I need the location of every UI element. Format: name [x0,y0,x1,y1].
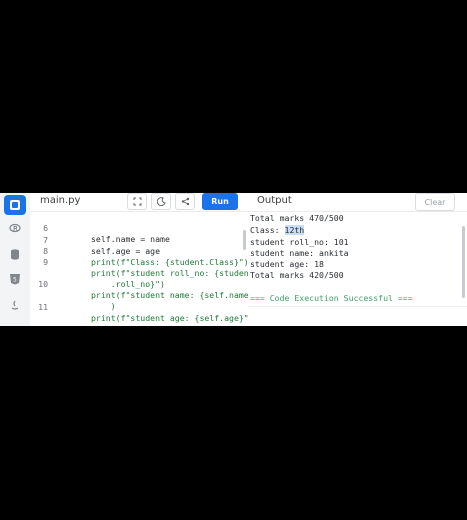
html5-icon[interactable]: 5 [4,269,26,289]
output-title: Output [257,195,292,206]
code-text: ) [91,301,116,311]
output-line: student name: ankita [250,248,349,258]
java-icon[interactable] [4,295,26,315]
code-line: 6 self.name = name [30,212,170,244]
clear-button[interactable]: Clear [415,193,455,211]
share-icon[interactable] [175,193,195,210]
output-header: Output Clear [248,193,467,212]
theme-icon[interactable] [151,193,171,210]
svg-text:5: 5 [13,277,17,284]
code-text: self.name = name [91,234,170,244]
code-editor[interactable]: main.py Run 6 self.name = name 7 self.ag… [30,193,259,326]
r-icon[interactable]: R [4,218,26,238]
python-icon[interactable] [4,195,26,215]
output-line: Total marks 470/500 [250,213,344,223]
line-number: 11 [38,302,48,312]
editor-toolbar: main.py Run [30,193,248,212]
run-button[interactable]: Run [202,193,238,210]
output-scrollbar[interactable] [462,226,465,298]
output-line: student age: 18 [250,259,324,269]
language-sidebar: R 5 [0,193,31,326]
code-text: print(f"student age: {self.age}") [91,313,254,323]
ide-window: R 5 main.py Run 6 self.name = name 7 sel… [0,193,467,326]
database-icon[interactable] [4,244,26,264]
code-line: 10 print(f"student name: {self.name}" [30,268,258,300]
code-text: .roll_no}") [91,279,165,289]
divider [248,306,467,307]
output-line: Class: 12th [250,225,305,236]
selected-text: 12th [284,225,305,235]
output-panel: Output Clear Total marks 470/500 Class: … [248,193,467,326]
success-message: === Code Execution Successful === [250,293,413,303]
output-line: student roll_no: 101 [250,237,349,247]
tab-main-py[interactable]: main.py [40,195,80,206]
code-text: print(f"Class: {student.Class}") [91,257,249,267]
output-line-text: Class: [250,225,285,235]
code-line: .roll_no}") [30,257,165,289]
fullscreen-icon[interactable] [127,193,147,210]
output-line: Total marks 420/500 [250,270,344,280]
code-text: print(f"student name: {self.name}" [91,290,259,300]
code-text: print(f"student roll_no: {student [91,268,254,278]
code-line: 7 self.age = age [30,224,160,256]
code-line: ) [30,279,116,311]
code-line: 11 print(f"student age: {self.age}") [30,291,254,323]
code-text: self.age = age [91,246,161,256]
code-line: 8 print(f"Class: {student.Class}") [30,235,249,267]
editor-scrollbar[interactable] [243,230,246,250]
code-line: 9 print(f"student roll_no: {student [30,246,254,278]
svg-text:R: R [13,225,18,233]
